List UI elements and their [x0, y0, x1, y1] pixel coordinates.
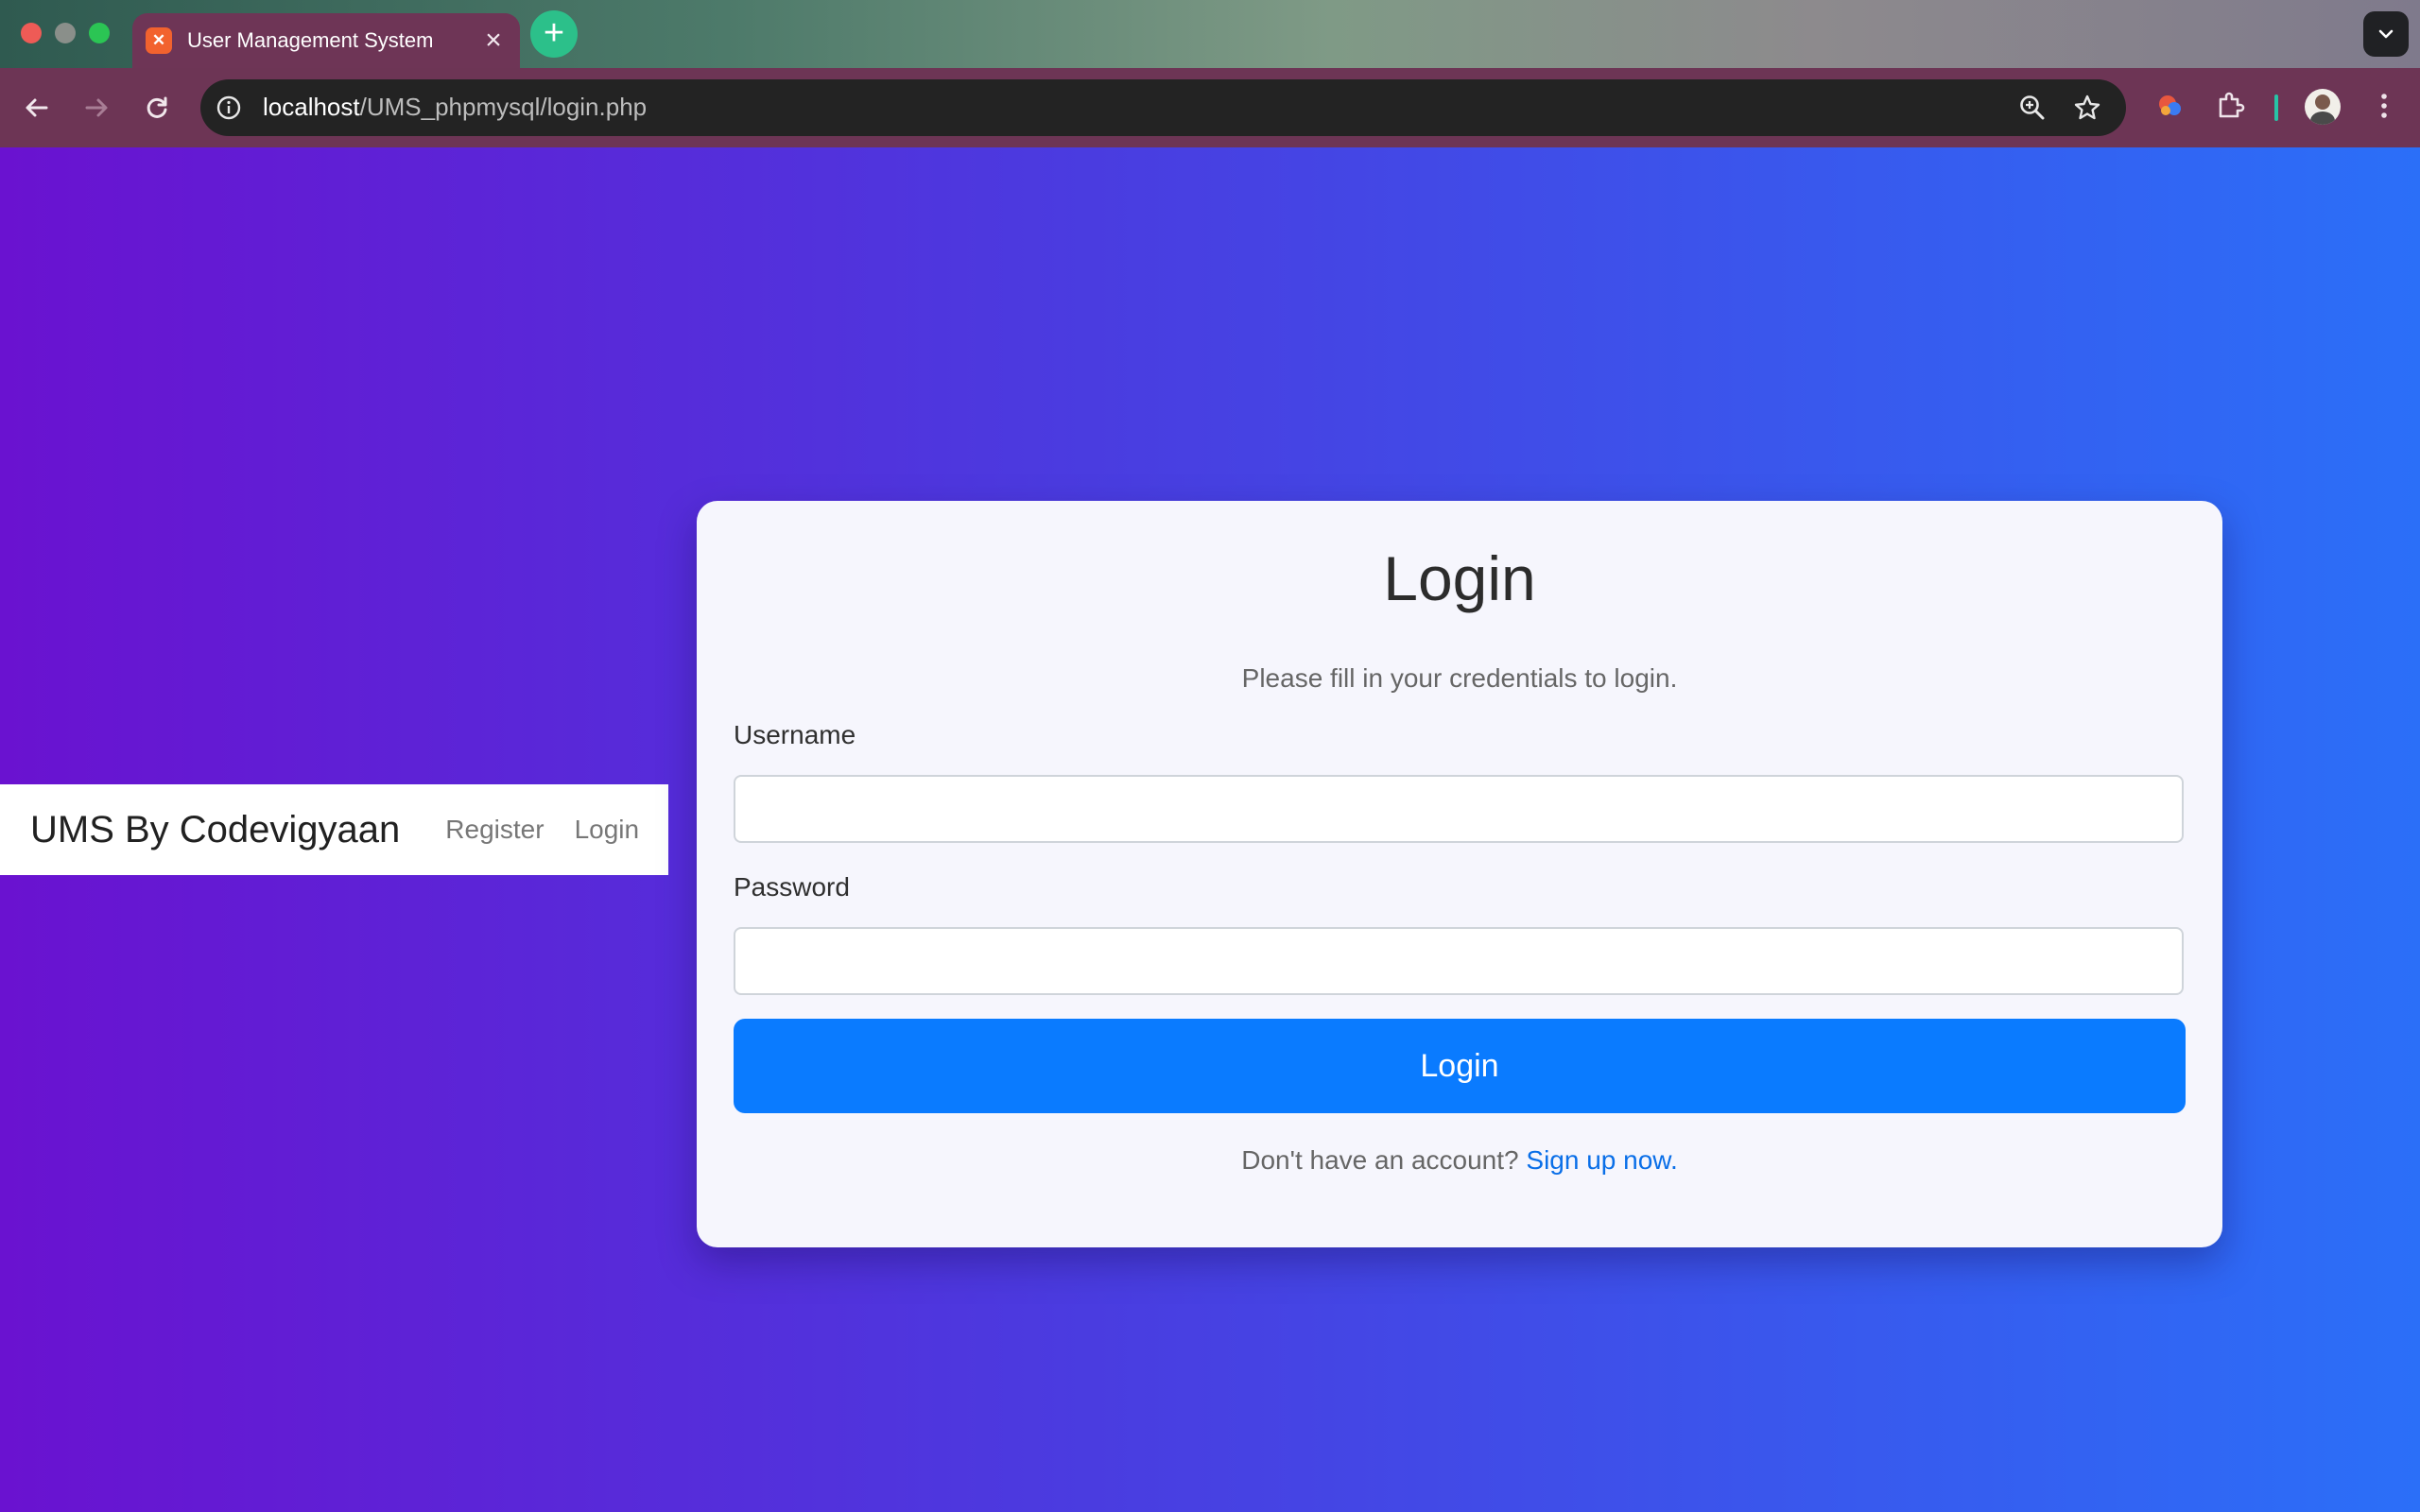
avatar-body — [2310, 112, 2335, 125]
xampp-icon: ✕ — [146, 27, 172, 54]
avatar[interactable] — [2305, 89, 2341, 125]
arrow-right-icon — [85, 98, 108, 117]
avatar-face — [2315, 94, 2330, 110]
login-instructions: Please fill in your credentials to login… — [1241, 663, 1678, 693]
star-icon[interactable] — [2072, 93, 2102, 123]
chevron-down-icon — [2378, 29, 2394, 39]
window-close-button[interactable] — [21, 23, 42, 43]
url-text[interactable]: localhost/UMS_phpmysql/login.php — [263, 93, 647, 122]
browser-toolbar: localhost/UMS_phpmysql/login.php — [0, 68, 2420, 147]
extension-colorful-icon[interactable] — [2153, 89, 2187, 123]
zoom-icon[interactable] — [2017, 93, 2048, 123]
username-label: Username — [734, 720, 856, 749]
signup-prompt-text: Don't have an account? — [1241, 1145, 1519, 1175]
url-host: localhost — [263, 93, 360, 121]
tab-close-button[interactable]: × — [476, 24, 510, 58]
tab-search-button[interactable] — [2363, 11, 2409, 57]
signup-prompt: Don't have an account? Sign up now. — [697, 1145, 2222, 1176]
reload-button[interactable] — [136, 87, 178, 129]
new-tab-button[interactable]: + — [530, 10, 578, 58]
forward-button[interactable] — [76, 87, 117, 129]
kebab-menu-icon[interactable] — [2367, 89, 2401, 123]
password-input[interactable] — [734, 927, 2184, 995]
nav-link-register[interactable]: Register — [445, 815, 544, 845]
window-maximize-button[interactable] — [89, 23, 110, 43]
login-card: Login Please fill in your credentials to… — [697, 501, 2222, 1247]
url-path: /UMS_phpmysql/login.php — [359, 93, 648, 121]
browser-tab-bar: ✕ User Management System × + — [0, 0, 2420, 68]
address-bar[interactable]: localhost/UMS_phpmysql/login.php — [200, 79, 2126, 136]
arrow-left-icon — [26, 98, 48, 117]
password-label: Password — [734, 872, 850, 902]
reload-icon — [147, 96, 167, 118]
signup-link[interactable]: Sign up now. — [1526, 1145, 1677, 1175]
tab-title: User Management System — [187, 28, 434, 52]
back-button[interactable] — [16, 87, 58, 129]
nav-link-login[interactable]: Login — [575, 815, 640, 845]
window-minimize-button[interactable] — [55, 23, 76, 43]
toolbar-divider — [2274, 94, 2278, 121]
page-viewport: UMS By Codevigyaan Register Login Login … — [0, 147, 2420, 1512]
login-button[interactable]: Login — [734, 1019, 2186, 1113]
username-input[interactable] — [734, 775, 2184, 843]
browser-tab-active[interactable]: ✕ User Management System × — [132, 13, 520, 68]
page-title: Login — [1383, 543, 1536, 613]
puzzle-icon[interactable] — [2214, 89, 2248, 123]
navbar-brand[interactable]: UMS By Codevigyaan — [30, 809, 400, 851]
site-navbar: UMS By Codevigyaan Register Login — [0, 784, 668, 875]
info-icon[interactable] — [216, 94, 242, 121]
